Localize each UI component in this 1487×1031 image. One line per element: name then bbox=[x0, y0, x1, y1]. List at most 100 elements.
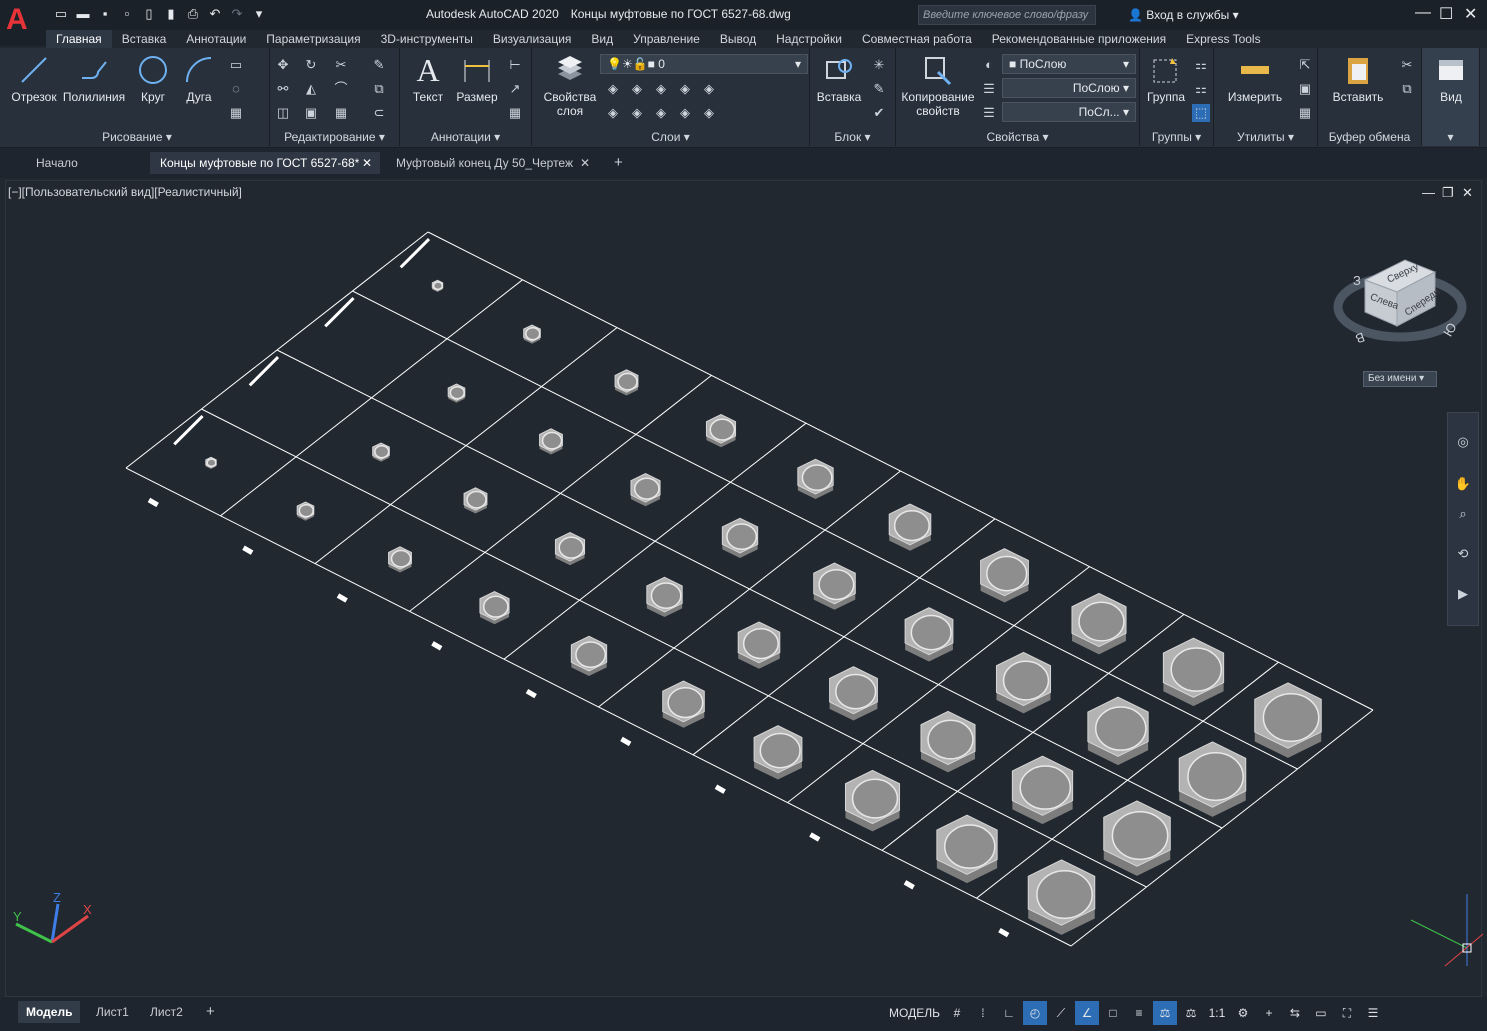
viewport-controls-label[interactable]: [−][Пользовательский вид][Реалистичный] bbox=[8, 185, 242, 199]
properties-panel-title[interactable]: Свойства ▾ bbox=[896, 130, 1139, 144]
undo-icon[interactable]: ↶ bbox=[206, 5, 224, 23]
ortho-icon[interactable]: ∟ bbox=[997, 1001, 1021, 1025]
create-block-icon[interactable]: ✳ bbox=[870, 56, 888, 74]
object-snap-tracking-icon[interactable]: ∠ bbox=[1074, 1001, 1099, 1025]
fitting-nut[interactable] bbox=[1162, 637, 1225, 707]
fitting-nut[interactable] bbox=[205, 456, 217, 469]
osnap-icon[interactable]: □ bbox=[1101, 1001, 1125, 1025]
layer-properties-button[interactable]: Свойства слоя bbox=[540, 54, 600, 118]
fitting-nut[interactable] bbox=[614, 369, 639, 396]
ungroup-icon[interactable]: ⚏ bbox=[1192, 56, 1210, 74]
viewport-restore-icon[interactable]: ❐ bbox=[1442, 185, 1454, 201]
lineweight-dropdown[interactable]: ПоСлою ▾ bbox=[1002, 78, 1136, 98]
fitting-nut[interactable] bbox=[447, 383, 466, 403]
linear-dim-icon[interactable]: ⊢ bbox=[506, 56, 524, 74]
trim-icon[interactable]: ✂ bbox=[332, 56, 350, 74]
fitting-nut[interactable] bbox=[523, 324, 541, 344]
web-save-icon[interactable]: ▮ bbox=[162, 5, 180, 23]
customize-qat-icon[interactable]: ▾ bbox=[250, 5, 268, 23]
model-space-button[interactable]: МОДЕЛЬ bbox=[886, 1001, 943, 1025]
insert-block-button[interactable]: Вставка bbox=[814, 54, 864, 104]
layer-tool-2-icon[interactable]: ◈ bbox=[628, 80, 646, 98]
layer-tool-4-icon[interactable]: ◈ bbox=[676, 80, 694, 98]
layer-tool-6-icon[interactable]: ◈ bbox=[604, 104, 622, 122]
signin-button[interactable]: 👤 Вход в службы ▾ bbox=[1128, 8, 1239, 22]
fitting-nut[interactable] bbox=[539, 428, 563, 455]
tab-annotate[interactable]: Аннотации bbox=[176, 30, 256, 48]
fitting-nut[interactable] bbox=[888, 503, 932, 551]
search-input[interactable]: Введите ключевое слово/фразу bbox=[918, 5, 1096, 25]
view-button[interactable]: Вид bbox=[1428, 54, 1474, 104]
group-select-icon[interactable]: ⬚ bbox=[1192, 104, 1210, 122]
isodraft-icon[interactable]: ⟋ bbox=[1049, 1001, 1073, 1025]
groups-panel-title[interactable]: Группы ▾ bbox=[1140, 130, 1213, 144]
tab-3d-tools[interactable]: 3D-инструменты bbox=[371, 30, 483, 48]
scale-icon[interactable]: ▣ bbox=[302, 104, 320, 122]
save-icon[interactable]: ▪ bbox=[96, 5, 114, 23]
fitting-nut[interactable] bbox=[1027, 859, 1096, 935]
tab-manage[interactable]: Управление bbox=[623, 30, 710, 48]
add-layout-button[interactable]: + bbox=[198, 1001, 223, 1023]
tab-second-drawing[interactable]: Муфтовый конец Ду 50_Чертеж ✕ bbox=[386, 152, 598, 174]
tab-start[interactable]: Начало bbox=[26, 152, 88, 174]
layout-tab-sheet2[interactable]: Лист2 bbox=[142, 1001, 191, 1023]
layer-tool-3-icon[interactable]: ◈ bbox=[652, 80, 670, 98]
named-view-dropdown[interactable]: Без имени ▾ bbox=[1363, 371, 1437, 387]
showmotion-icon[interactable]: ▶ bbox=[1454, 585, 1472, 603]
snap-icon[interactable]: ⁞ bbox=[971, 1001, 995, 1025]
table-icon[interactable]: ▦ bbox=[506, 104, 524, 122]
fitting-nut[interactable] bbox=[721, 517, 759, 559]
fitting-nut[interactable] bbox=[1254, 682, 1322, 758]
annotation-visibility-icon[interactable]: ⚖ bbox=[1152, 1001, 1177, 1025]
isolate-icon[interactable]: ⇆ bbox=[1283, 1001, 1307, 1025]
match-properties-button[interactable]: Копирование свойств bbox=[898, 54, 978, 118]
autoscale-icon[interactable]: ⚖ bbox=[1179, 1001, 1203, 1025]
color-dropdown[interactable]: ■ ПоСлою ▾ bbox=[1002, 54, 1136, 74]
fillet-icon[interactable]: ⌒ bbox=[332, 80, 350, 98]
fitting-nut[interactable] bbox=[646, 576, 683, 618]
viewcube[interactable]: Сверху Слева Спереди З В Ю bbox=[1333, 240, 1473, 350]
block-panel-title[interactable]: Блок ▾ bbox=[810, 130, 895, 144]
fitting-nut[interactable] bbox=[630, 472, 661, 507]
calculator-icon[interactable]: ▦ bbox=[1296, 104, 1314, 122]
steering-wheel-icon[interactable]: ◎ bbox=[1454, 433, 1472, 451]
measure-button[interactable]: Измерить bbox=[1222, 54, 1288, 104]
modify-panel-title[interactable]: Редактирование ▾ bbox=[270, 130, 399, 144]
web-open-icon[interactable]: ▯ bbox=[140, 5, 158, 23]
attribute-icon[interactable]: ✔ bbox=[870, 104, 888, 122]
layer-tool-5-icon[interactable]: ◈ bbox=[700, 80, 718, 98]
fitting-nut[interactable] bbox=[844, 769, 901, 832]
layer-tool-7-icon[interactable]: ◈ bbox=[628, 104, 646, 122]
tab-visualize[interactable]: Визуализация bbox=[483, 30, 582, 48]
fitting-nut[interactable] bbox=[554, 531, 586, 566]
circle-button[interactable]: Круг bbox=[131, 54, 175, 104]
layer-tool-8-icon[interactable]: ◈ bbox=[652, 104, 670, 122]
text-button[interactable]: A Текст bbox=[406, 54, 450, 104]
copy-clip-icon[interactable]: ⧉ bbox=[1398, 80, 1416, 98]
fitting-nut[interactable] bbox=[1178, 741, 1247, 817]
fitting-nut[interactable] bbox=[372, 442, 390, 462]
annotation-panel-title[interactable]: Аннотации ▾ bbox=[400, 130, 531, 144]
tab-featured-apps[interactable]: Рекомендованные приложения bbox=[982, 30, 1176, 48]
move-icon[interactable]: ✥ bbox=[274, 56, 292, 74]
hardware-acceleration-icon[interactable]: ▭ bbox=[1309, 1001, 1333, 1025]
drawing-viewport[interactable] bbox=[5, 180, 1482, 997]
layer-tool-10-icon[interactable]: ◈ bbox=[700, 104, 718, 122]
polyline-button[interactable]: Полилиния bbox=[61, 54, 127, 104]
cut-icon[interactable]: ✂ bbox=[1398, 56, 1416, 74]
line-button[interactable]: Отрезок bbox=[9, 54, 59, 104]
chevron-down-icon[interactable]: ▾ bbox=[1422, 130, 1479, 144]
redo-icon[interactable]: ↷ bbox=[228, 5, 246, 23]
print-icon[interactable]: ⎙ bbox=[184, 5, 202, 23]
grid-icon[interactable]: # bbox=[945, 1001, 969, 1025]
plus-icon[interactable]: + bbox=[1257, 1001, 1281, 1025]
polar-icon[interactable]: ◴ bbox=[1022, 1001, 1047, 1025]
new-icon[interactable]: ▭ bbox=[52, 5, 70, 23]
open-icon[interactable]: ▬ bbox=[74, 5, 92, 23]
edit-block-icon[interactable]: ✎ bbox=[870, 80, 888, 98]
select-all-icon[interactable]: ▣ bbox=[1296, 80, 1314, 98]
close-tab-icon[interactable]: ✕ bbox=[580, 152, 590, 174]
arc-button[interactable]: Дуга bbox=[179, 54, 219, 104]
customize-icon[interactable]: ☰ bbox=[1361, 1001, 1385, 1025]
mirror-icon[interactable]: ◭ bbox=[302, 80, 320, 98]
